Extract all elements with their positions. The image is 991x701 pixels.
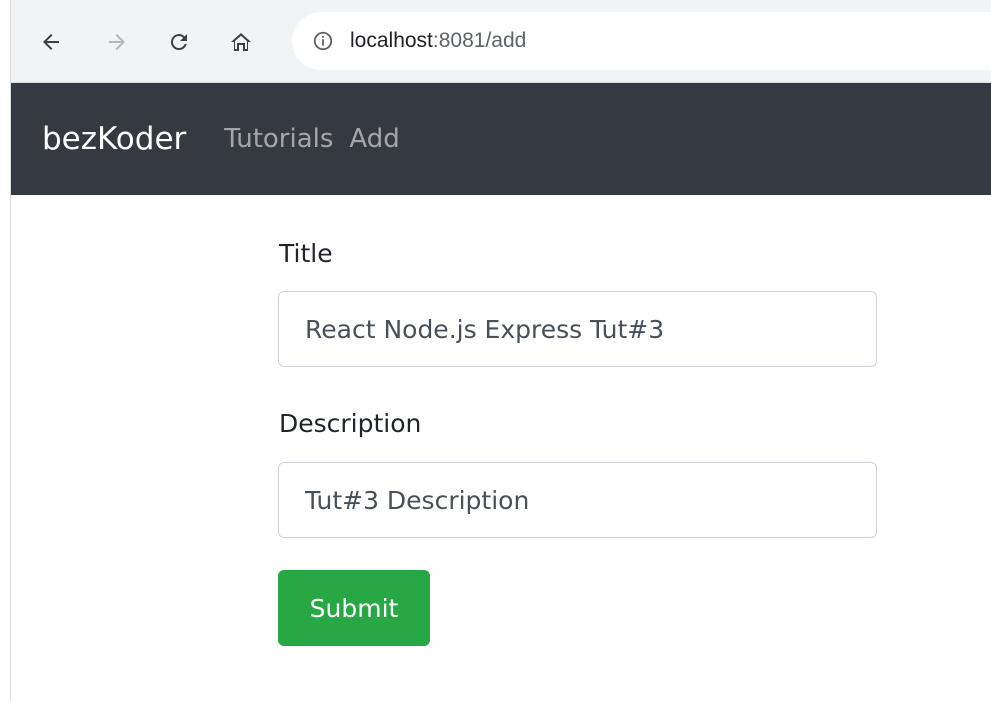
nav-link-tutorials[interactable]: Tutorials xyxy=(224,124,333,154)
description-input[interactable] xyxy=(278,462,877,538)
title-input[interactable] xyxy=(278,291,877,367)
submit-button[interactable]: Submit xyxy=(278,570,430,646)
back-arrow-icon[interactable] xyxy=(33,24,69,60)
url-path: :8081/add xyxy=(432,29,527,52)
address-bar[interactable]: localhost:8081/add xyxy=(292,12,991,70)
home-icon[interactable] xyxy=(223,24,259,60)
nav-link-add[interactable]: Add xyxy=(349,124,399,154)
url-host: localhost xyxy=(350,29,433,52)
browser-toolbar: localhost:8081/add xyxy=(11,0,991,83)
forward-arrow-icon[interactable] xyxy=(99,24,135,60)
info-icon[interactable] xyxy=(312,30,334,52)
address-url[interactable]: localhost:8081/add xyxy=(350,29,526,53)
browser-window: localhost:8081/add bezKoder Tutorials Ad… xyxy=(10,0,991,701)
app-navbar: bezKoder Tutorials Add xyxy=(11,83,991,195)
description-label: Description xyxy=(279,409,422,438)
title-label: Title xyxy=(279,239,333,268)
brand-link[interactable]: bezKoder xyxy=(42,121,186,157)
reload-icon[interactable] xyxy=(161,24,197,60)
